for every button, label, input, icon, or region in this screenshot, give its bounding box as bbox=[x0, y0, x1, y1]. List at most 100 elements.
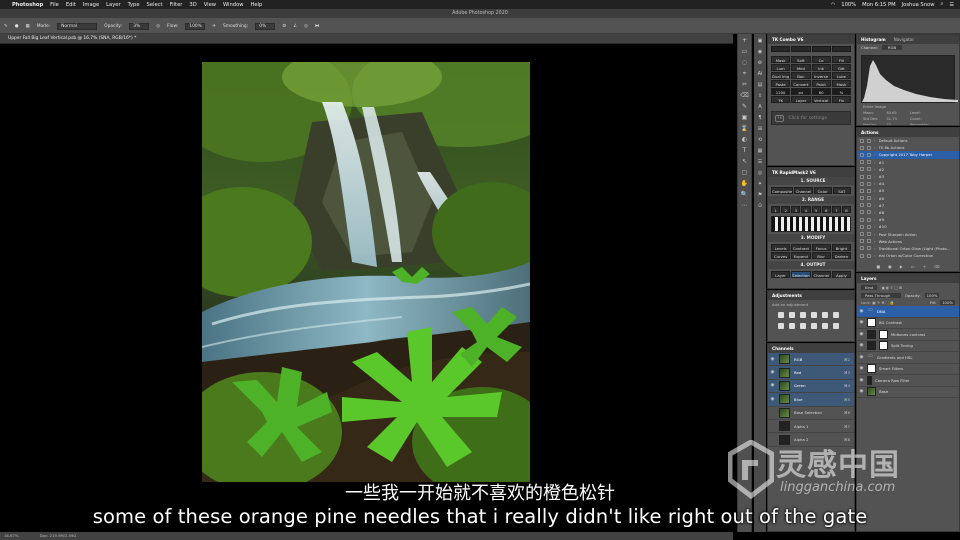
flow-input[interactable]: 100% bbox=[185, 22, 206, 30]
tool-icon[interactable]: ◌ bbox=[739, 59, 750, 67]
tk-cell[interactable] bbox=[811, 46, 831, 52]
dialog-toggle[interactable] bbox=[867, 174, 871, 179]
tk-size-input[interactable]: 1200 bbox=[771, 88, 791, 95]
tool-icon[interactable]: ⌫ bbox=[739, 92, 750, 100]
blend-mode-select[interactable]: Pass Through bbox=[861, 293, 901, 298]
menu-edit[interactable]: Edit bbox=[66, 2, 76, 8]
channel-mixer-icon[interactable] bbox=[811, 323, 817, 329]
panel-toggle-icon[interactable]: ◉ bbox=[756, 48, 765, 56]
disclosure-icon[interactable]: › bbox=[874, 152, 876, 157]
toggle-checkbox[interactable] bbox=[860, 160, 864, 165]
tk-vertical-button[interactable]: Vertical bbox=[811, 96, 831, 103]
smoothing-input[interactable]: 0% bbox=[255, 22, 276, 30]
action-item[interactable]: › #6 bbox=[857, 195, 959, 202]
tool-icon[interactable]: ✋ bbox=[739, 180, 750, 188]
tk2-zone-5[interactable]: 5 bbox=[811, 206, 821, 213]
tool-icon[interactable]: ✎ bbox=[739, 103, 750, 111]
mask-thumbnail[interactable] bbox=[867, 318, 876, 328]
tk2-sat-button[interactable]: SAT bbox=[832, 187, 851, 194]
panel-toggle-icon[interactable]: A bbox=[756, 103, 765, 111]
tool-icon[interactable]: ⋯ bbox=[739, 202, 750, 210]
zoom-readout[interactable]: 16.67% bbox=[4, 533, 18, 538]
tk-fill-button[interactable]: Fill bbox=[831, 56, 851, 63]
new-action-icon[interactable]: + bbox=[923, 264, 926, 269]
mask-thumbnail[interactable] bbox=[879, 341, 888, 351]
tk-convert-button[interactable]: Convert bbox=[791, 80, 811, 87]
menu-view[interactable]: View bbox=[204, 2, 216, 8]
tk-pct-input[interactable]: 60 bbox=[811, 88, 831, 95]
user-name[interactable]: Joshua Snow bbox=[902, 2, 935, 8]
tk2-channel-button[interactable]: Channel bbox=[794, 187, 813, 194]
folder-icon[interactable]: ▭ bbox=[911, 264, 915, 269]
disclosure-icon[interactable]: › bbox=[874, 246, 876, 251]
layer-row[interactable]: ◉ Camera Raw Filter bbox=[857, 375, 959, 387]
disclosure-icon[interactable]: › bbox=[874, 174, 876, 179]
wifi-icon[interactable]: ◠ bbox=[831, 2, 836, 8]
action-item[interactable]: › TK 6b Actions bbox=[857, 144, 959, 151]
tk-co-button[interactable]: Co bbox=[811, 56, 831, 63]
invert-icon[interactable] bbox=[833, 323, 839, 329]
tk-bon-button[interactable]: Bon bbox=[791, 72, 811, 79]
tool-icon[interactable]: ✂ bbox=[739, 81, 750, 89]
eye-icon[interactable]: ◉ bbox=[859, 343, 864, 348]
disclosure-icon[interactable]: › bbox=[874, 188, 876, 193]
filter-icon[interactable] bbox=[867, 375, 872, 385]
channel-row[interactable]: ◉ Red ⌘3 bbox=[768, 366, 854, 380]
dialog-toggle[interactable] bbox=[867, 232, 871, 237]
disclosure-icon[interactable]: › bbox=[874, 239, 876, 244]
actions-title[interactable]: Actions bbox=[861, 130, 879, 135]
eye-icon[interactable]: ◉ bbox=[859, 332, 864, 337]
layer-row[interactable]: ◉ ▭ Gradients and HSL bbox=[857, 352, 959, 364]
tk-gdt-button[interactable]: Gdt bbox=[831, 64, 851, 71]
tab-navigator[interactable]: Navigator bbox=[894, 37, 915, 42]
channel-row[interactable]: Alpha 1 ⌘7 bbox=[768, 420, 854, 434]
tk-layer-button[interactable]: Layer bbox=[791, 96, 811, 103]
toggle-checkbox[interactable] bbox=[860, 188, 864, 193]
gear-icon[interactable]: ⚙ bbox=[282, 24, 286, 29]
channel-row[interactable]: ◉ RGB ⌘2 bbox=[768, 353, 854, 367]
tk-cell[interactable] bbox=[791, 46, 811, 52]
toggle-checkbox[interactable] bbox=[860, 232, 864, 237]
tool-icon[interactable]: ◐ bbox=[739, 136, 750, 144]
toggle-checkbox[interactable] bbox=[860, 167, 864, 172]
tk-cell[interactable] bbox=[831, 46, 851, 52]
dialog-toggle[interactable] bbox=[867, 152, 871, 157]
action-item[interactable]: › Web Actions bbox=[857, 238, 959, 245]
tool-icon[interactable]: ▭ bbox=[739, 48, 750, 56]
disclosure-icon[interactable]: › bbox=[874, 196, 876, 201]
menu-select[interactable]: Select bbox=[147, 2, 163, 8]
panel-toggle-icon[interactable]: ⚙ bbox=[756, 59, 765, 67]
tool-icon[interactable]: ⌖ bbox=[739, 70, 750, 78]
eye-icon[interactable]: ◉ bbox=[859, 320, 864, 325]
layer-row[interactable]: ◉ Smart Filters bbox=[857, 364, 959, 375]
channel-row[interactable]: Base Selection ⌘6 bbox=[768, 407, 854, 420]
adjustment-icon[interactable] bbox=[867, 341, 876, 351]
eye-icon[interactable]: ◉ bbox=[859, 389, 864, 394]
action-item[interactable]: › #8 bbox=[857, 209, 959, 216]
action-item[interactable]: › #4 bbox=[857, 180, 959, 187]
tk2-blur-button[interactable]: Blur bbox=[811, 252, 831, 259]
channels-title[interactable]: Channels bbox=[772, 346, 794, 351]
action-item[interactable]: › #5 bbox=[857, 187, 959, 194]
layer-row[interactable]: ◉ BG Contrast bbox=[857, 318, 959, 329]
action-item[interactable]: › Hal Orton w/Color Correction bbox=[857, 252, 959, 259]
panel-toggle-icon[interactable]: ⊞ bbox=[756, 125, 765, 133]
tk2-zone-1[interactable]: 1 bbox=[771, 206, 781, 213]
photo-filter-icon[interactable] bbox=[800, 323, 806, 329]
toggle-checkbox[interactable] bbox=[860, 253, 864, 258]
eye-icon[interactable]: ◉ bbox=[770, 357, 775, 362]
panel-toggle-icon[interactable]: ☰ bbox=[756, 158, 765, 166]
eye-icon[interactable]: ◉ bbox=[770, 397, 775, 402]
tk2-zone-2[interactable]: 2 bbox=[781, 206, 791, 213]
angle-icon[interactable]: ∠ bbox=[293, 24, 297, 29]
dialog-toggle[interactable] bbox=[867, 181, 871, 186]
menu-image[interactable]: Image bbox=[83, 2, 99, 8]
dialog-toggle[interactable] bbox=[867, 239, 871, 244]
eye-icon[interactable]: ◉ bbox=[770, 370, 775, 375]
eye-icon[interactable]: ◉ bbox=[859, 378, 864, 383]
tk2-color-button[interactable]: Color bbox=[813, 187, 832, 194]
opacity-input[interactable]: 3% bbox=[129, 22, 150, 30]
tk2-channel-out-button[interactable]: Channel bbox=[811, 271, 831, 278]
disclosure-icon[interactable]: › bbox=[874, 160, 876, 165]
brush-tool-icon[interactable]: ✎ bbox=[4, 24, 8, 29]
